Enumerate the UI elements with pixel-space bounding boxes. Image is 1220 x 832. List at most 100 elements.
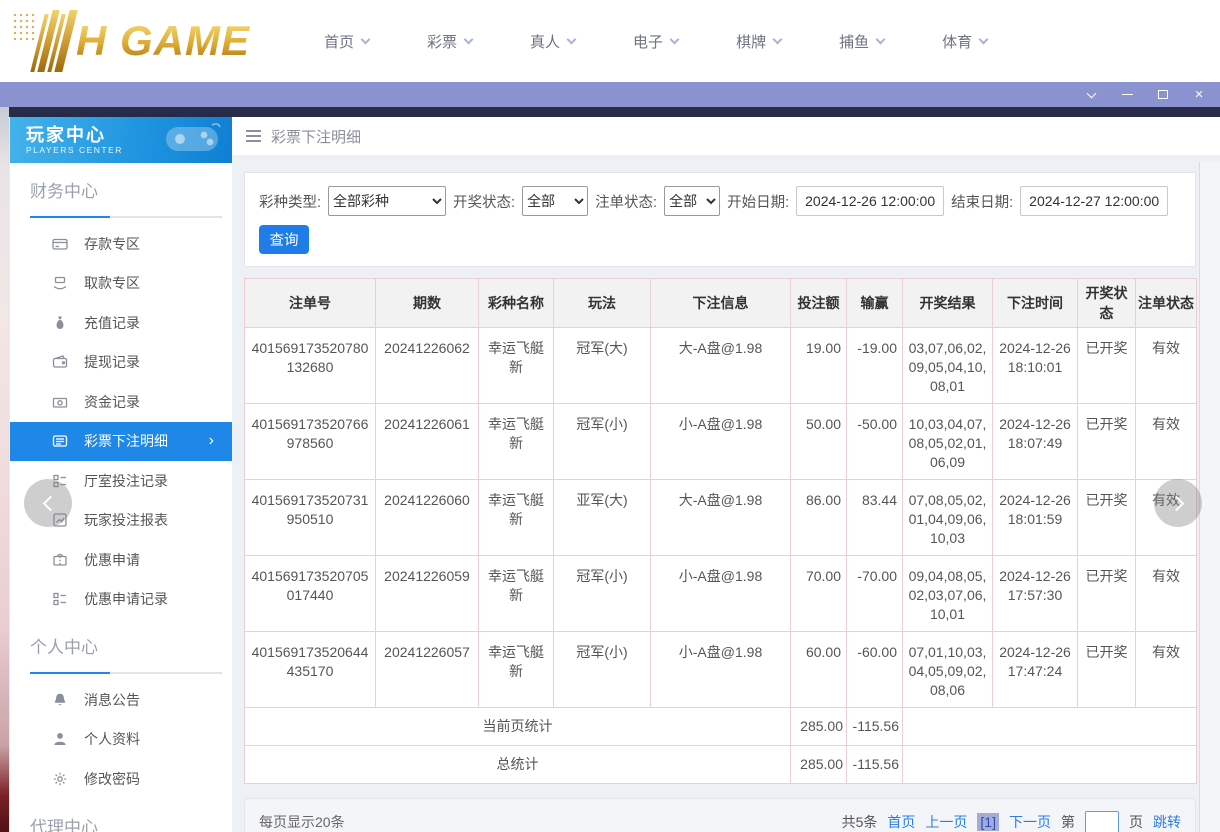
- records-icon: [52, 591, 68, 607]
- maximize-button[interactable]: [1152, 85, 1174, 105]
- nav-item[interactable]: 棋牌: [736, 31, 783, 52]
- order-status-select[interactable]: 全部: [664, 186, 721, 216]
- lottery-type-select[interactable]: 全部彩种: [328, 186, 447, 216]
- top-nav: 首页 彩票 真人 电子 棋牌 捕鱼 体育: [324, 31, 989, 52]
- table-cell: 19.00: [790, 327, 847, 404]
- table-cell: 03,07,06,02,09,05,04,10,08,01: [902, 327, 993, 404]
- draw-status-select[interactable]: 全部: [522, 186, 589, 216]
- nav-item[interactable]: 电子: [633, 31, 680, 52]
- chevron-down-icon: [463, 34, 474, 44]
- nav-item[interactable]: 体育: [942, 31, 989, 52]
- table-cell: 有效: [1135, 327, 1197, 404]
- chevron-down-icon: [875, 34, 886, 44]
- minimize-button[interactable]: [1116, 85, 1138, 105]
- funds-icon: [52, 394, 68, 410]
- table-cell: 50.00: [790, 403, 847, 480]
- sidebar-item-label: 提现记录: [84, 354, 140, 371]
- summary-label: 当前页统计: [244, 707, 791, 746]
- scrollbar-track[interactable]: [1199, 162, 1220, 832]
- logo-text: H GAME: [76, 17, 250, 64]
- column-header: 开奖状态: [1077, 278, 1136, 328]
- nav-item[interactable]: 捕鱼: [839, 31, 886, 52]
- screen: H GAME 首页 彩票 真人 电子 棋牌 捕鱼 体育 × 玩家中心 PLAYERS CEN…: [0, 0, 1220, 832]
- nav-item-label: 彩票: [427, 33, 458, 51]
- table-scroll-right-button[interactable]: [1154, 479, 1202, 527]
- table-cell: 幸运飞艇新: [478, 403, 554, 480]
- page-title: 彩票下注明细: [271, 128, 362, 146]
- table-cell: 70.00: [790, 555, 847, 632]
- chevron-right-icon: [1168, 495, 1184, 511]
- table-cell: 401569173520705017440: [244, 555, 376, 632]
- top-background-strip: [9, 107, 1220, 117]
- sidebar-item-label: 消息公告: [84, 691, 140, 708]
- table-cell: -70.00: [846, 555, 903, 632]
- next-page-link[interactable]: 下一页: [1009, 812, 1051, 832]
- column-header: 投注额: [790, 278, 847, 328]
- sidebar-item-label: 优惠申请: [84, 551, 140, 568]
- nav-item[interactable]: 彩票: [427, 31, 474, 52]
- sidebar-item[interactable]: 资金记录: [10, 382, 232, 422]
- sidebar-item[interactable]: 优惠申请记录: [10, 580, 232, 620]
- section-title: 个人中心: [30, 638, 98, 657]
- sidebar-collapse-button[interactable]: [24, 479, 72, 527]
- table-cell: 2024-12-26 18:10:01: [992, 327, 1078, 404]
- table-cell: 86.00: [790, 479, 847, 556]
- nav-item[interactable]: 真人: [530, 31, 577, 52]
- menu-icon[interactable]: [246, 127, 261, 145]
- sidebar-item[interactable]: 取款专区: [10, 264, 232, 304]
- table-cell: 大-A盘@1.98: [650, 327, 791, 404]
- query-button[interactable]: 查询: [259, 225, 309, 254]
- table-cell: 401569173520644435170: [244, 631, 376, 708]
- table-cell: 幸运飞艇新: [478, 479, 554, 556]
- summary-row: 当前页统计 285.00 -115.56: [244, 707, 1197, 746]
- user-icon: [52, 731, 68, 747]
- sidebar-header: 玩家中心 PLAYERS CENTER: [10, 117, 232, 163]
- sidebar-item[interactable]: 消息公告: [10, 680, 232, 720]
- nav-item[interactable]: 首页: [324, 31, 371, 52]
- breadcrumb: 彩票下注明细: [232, 117, 1220, 155]
- jump-page-input[interactable]: [1085, 810, 1119, 832]
- table-cell: 20241226057: [375, 631, 479, 708]
- sidebar-item[interactable]: 个人资料: [10, 720, 232, 760]
- table-row: 401569173520731950510 20241226060 幸运飞艇新 亚军(…: [244, 479, 1197, 556]
- logo[interactable]: H GAME: [12, 10, 282, 72]
- sidebar-item-label: 玩家投注报表: [84, 512, 168, 529]
- close-button[interactable]: ×: [1188, 85, 1210, 105]
- sidebar-item-label: 存款专区: [84, 235, 140, 252]
- start-date-label: 开始日期:: [727, 194, 790, 211]
- table-cell: 83.44: [846, 479, 903, 556]
- section-title: 代理中心: [30, 817, 98, 832]
- end-date-input[interactable]: [1020, 186, 1169, 216]
- column-header: 期数: [375, 278, 479, 328]
- pagination-bar: 每页显示20条 共5条 首页 上一页 [1] 下一页 第 页 跳转: [244, 798, 1196, 832]
- sidebar-item[interactable]: 充值记录: [10, 303, 232, 343]
- main-content: 彩票下注明细 彩种类型: 全部彩种 开奖状态: 全部 注单状态: 全部 开始日期…: [232, 117, 1220, 832]
- first-page-link[interactable]: 首页: [887, 812, 915, 832]
- jump-button[interactable]: 跳转: [1153, 812, 1181, 832]
- table-cell: 20241226061: [375, 403, 479, 480]
- start-date-input[interactable]: [796, 186, 945, 216]
- sidebar-item-label: 彩票下注明细: [84, 433, 168, 450]
- table-cell: 20241226060: [375, 479, 479, 556]
- sidebar-item[interactable]: 存款专区: [10, 224, 232, 264]
- nav-item-label: 捕鱼: [839, 33, 870, 51]
- current-page: [1]: [977, 813, 999, 831]
- sidebar-item[interactable]: 提现记录: [10, 343, 232, 383]
- bet-table: 注单号 期数 彩种名称 玩法 下注信息 投注额 输赢 开奖结果 下注时间 开奖状态 注单状态 401…: [244, 278, 1197, 784]
- desktop-background-strip: [0, 107, 9, 832]
- summary-label: 总统计: [244, 745, 791, 784]
- nav-item-label: 真人: [530, 33, 561, 51]
- chevron-down-icon: [772, 34, 783, 44]
- table-row: 401569173520766978560 20241226061 幸运飞艇新 冠军(…: [244, 403, 1197, 480]
- column-header: 注单状态: [1135, 278, 1197, 328]
- gamepad-icon: [160, 121, 222, 160]
- prev-page-link[interactable]: 上一页: [925, 812, 967, 832]
- bell-icon: [52, 692, 68, 708]
- sidebar-item[interactable]: 优惠申请: [10, 540, 232, 580]
- window-dropdown-button[interactable]: [1080, 85, 1102, 105]
- sidebar-item[interactable]: 修改密码: [10, 759, 232, 799]
- chevron-down-icon: [669, 34, 680, 44]
- summary-win-loss: -115.56: [846, 707, 903, 746]
- sidebar-item[interactable]: 彩票下注明细 ›: [10, 421, 232, 461]
- chevron-right-icon: ›: [208, 432, 214, 450]
